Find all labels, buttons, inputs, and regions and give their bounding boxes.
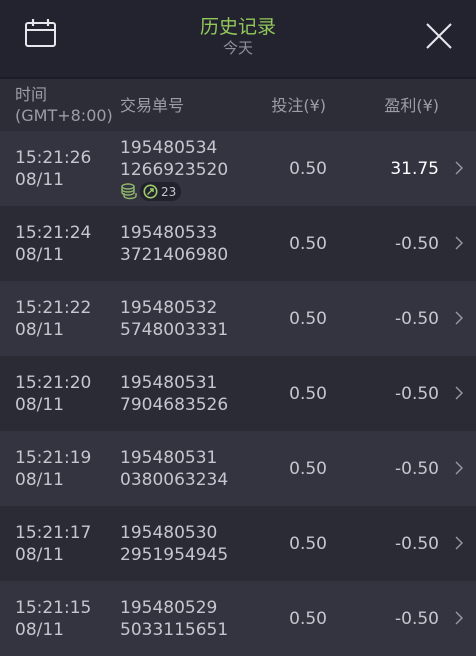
row-profit: -0.50 (395, 234, 439, 254)
row-profit: -0.50 (395, 384, 439, 404)
chevron-right-icon (455, 386, 463, 400)
free-spin-badge: 23 (140, 182, 182, 201)
row-order-id: 195480534 1266923520 (120, 137, 228, 181)
row-order-id: 195480532 5748003331 (120, 297, 228, 341)
chevron-right-icon (455, 611, 463, 625)
title-block: 历史记录 今天 (0, 15, 476, 57)
table-row[interactable]: 15:21:15 08/11 195480529 5033115651 0.50… (0, 581, 476, 656)
chevron-right-icon (455, 536, 463, 550)
row-order-id: 195480530 2951954945 (120, 522, 228, 566)
row-order-id-line2: 5033115651 (120, 620, 229, 640)
row-time-value: 15:21:24 (15, 223, 92, 243)
row-time-value: 15:21:20 (15, 373, 92, 393)
row-stake: 0.50 (289, 459, 327, 479)
row-time: 15:21:26 08/11 (15, 147, 91, 191)
row-order-id-line1: 195480531 (120, 448, 218, 468)
badge-count: 23 (161, 184, 177, 199)
row-date-value: 08/11 (15, 545, 64, 565)
row-profit: -0.50 (395, 534, 439, 554)
coins-icon (121, 183, 137, 200)
row-stake: 0.50 (289, 159, 327, 179)
row-order-id-line1: 195480529 (120, 598, 218, 618)
row-order-id-line1: 195480533 (120, 223, 218, 243)
row-time-value: 15:21:19 (15, 448, 92, 468)
row-time-value: 15:21:22 (15, 298, 92, 318)
table-row[interactable]: 15:21:24 08/11 195480533 3721406980 0.50… (0, 206, 476, 281)
row-order-id-line2: 2951954945 (120, 545, 229, 565)
column-order: 交易单号 (120, 96, 185, 115)
table-row[interactable]: 15:21:26 08/11 195480534 1266923520 23 0… (0, 131, 476, 206)
row-profit: -0.50 (395, 609, 439, 629)
row-time: 15:21:22 08/11 (15, 297, 91, 341)
chevron-right-icon (455, 461, 463, 475)
page-title: 历史记录 (199, 16, 276, 38)
row-date-value: 08/11 (15, 245, 64, 265)
row-stake: 0.50 (289, 609, 327, 629)
row-order-id: 195480531 0380063234 (120, 447, 228, 491)
chevron-right-icon (455, 236, 463, 250)
row-date-value: 08/11 (15, 170, 64, 190)
row-stake: 0.50 (289, 534, 327, 554)
row-order-id-line2: 3721406980 (120, 245, 229, 265)
row-profit: -0.50 (395, 459, 439, 479)
column-stake: 投注(¥) (271, 96, 326, 115)
row-order-id-line1: 195480534 (120, 138, 218, 158)
column-time-zone: (GMT+8:00) (15, 106, 113, 125)
row-time-value: 15:21:26 (15, 148, 92, 168)
row-order-id: 195480533 3721406980 (120, 222, 228, 266)
row-time: 15:21:24 08/11 (15, 222, 91, 266)
table-row[interactable]: 15:21:17 08/11 195480530 2951954945 0.50… (0, 506, 476, 581)
row-time: 15:21:20 08/11 (15, 372, 91, 416)
row-date-value: 08/11 (15, 470, 64, 490)
history-list: 15:21:26 08/11 195480534 1266923520 23 0… (0, 131, 476, 656)
chevron-right-icon (455, 311, 463, 325)
page-subtitle: 今天 (222, 39, 253, 57)
row-order-id-line1: 195480532 (120, 298, 218, 318)
row-time: 15:21:15 08/11 (15, 597, 91, 641)
row-badges: 23 (120, 182, 182, 201)
row-order-id: 195480531 7904683526 (120, 372, 228, 416)
close-icon (426, 23, 452, 49)
row-order-id-line2: 0380063234 (120, 470, 229, 490)
row-profit: -0.50 (395, 309, 439, 329)
close-button[interactable] (420, 17, 458, 55)
row-order-id-line2: 7904683526 (120, 395, 229, 415)
row-date-value: 08/11 (15, 320, 64, 340)
row-order-id-line2: 5748003331 (120, 320, 229, 340)
row-date-value: 08/11 (15, 620, 64, 640)
row-time: 15:21:17 08/11 (15, 522, 91, 566)
spin-icon (143, 184, 158, 199)
row-stake: 0.50 (289, 234, 327, 254)
row-time: 15:21:19 08/11 (15, 447, 91, 491)
table-row[interactable]: 15:21:22 08/11 195480532 5748003331 0.50… (0, 281, 476, 356)
row-time-value: 15:21:17 (15, 523, 92, 543)
chevron-right-icon (455, 161, 463, 175)
table-row[interactable]: 15:21:19 08/11 195480531 0380063234 0.50… (0, 431, 476, 506)
row-stake: 0.50 (289, 384, 327, 404)
row-order-id-line1: 195480531 (120, 373, 218, 393)
row-order-id-line2: 1266923520 (120, 160, 229, 180)
row-order-id: 195480529 5033115651 (120, 597, 228, 641)
row-order-id-line1: 195480530 (120, 523, 218, 543)
table-row[interactable]: 15:21:20 08/11 195480531 7904683526 0.50… (0, 356, 476, 431)
row-time-value: 15:21:15 (15, 598, 92, 618)
header-bar: 历史记录 今天 (0, 0, 476, 79)
column-time: 时间 (GMT+8:00) (15, 84, 113, 126)
column-header: 时间 (GMT+8:00) 交易单号 投注(¥) 盈利(¥) (0, 79, 476, 131)
column-profit: 盈利(¥) (384, 96, 439, 115)
row-stake: 0.50 (289, 309, 327, 329)
row-profit: 31.75 (390, 159, 439, 179)
row-date-value: 08/11 (15, 395, 64, 415)
column-time-label: 时间 (15, 85, 48, 104)
